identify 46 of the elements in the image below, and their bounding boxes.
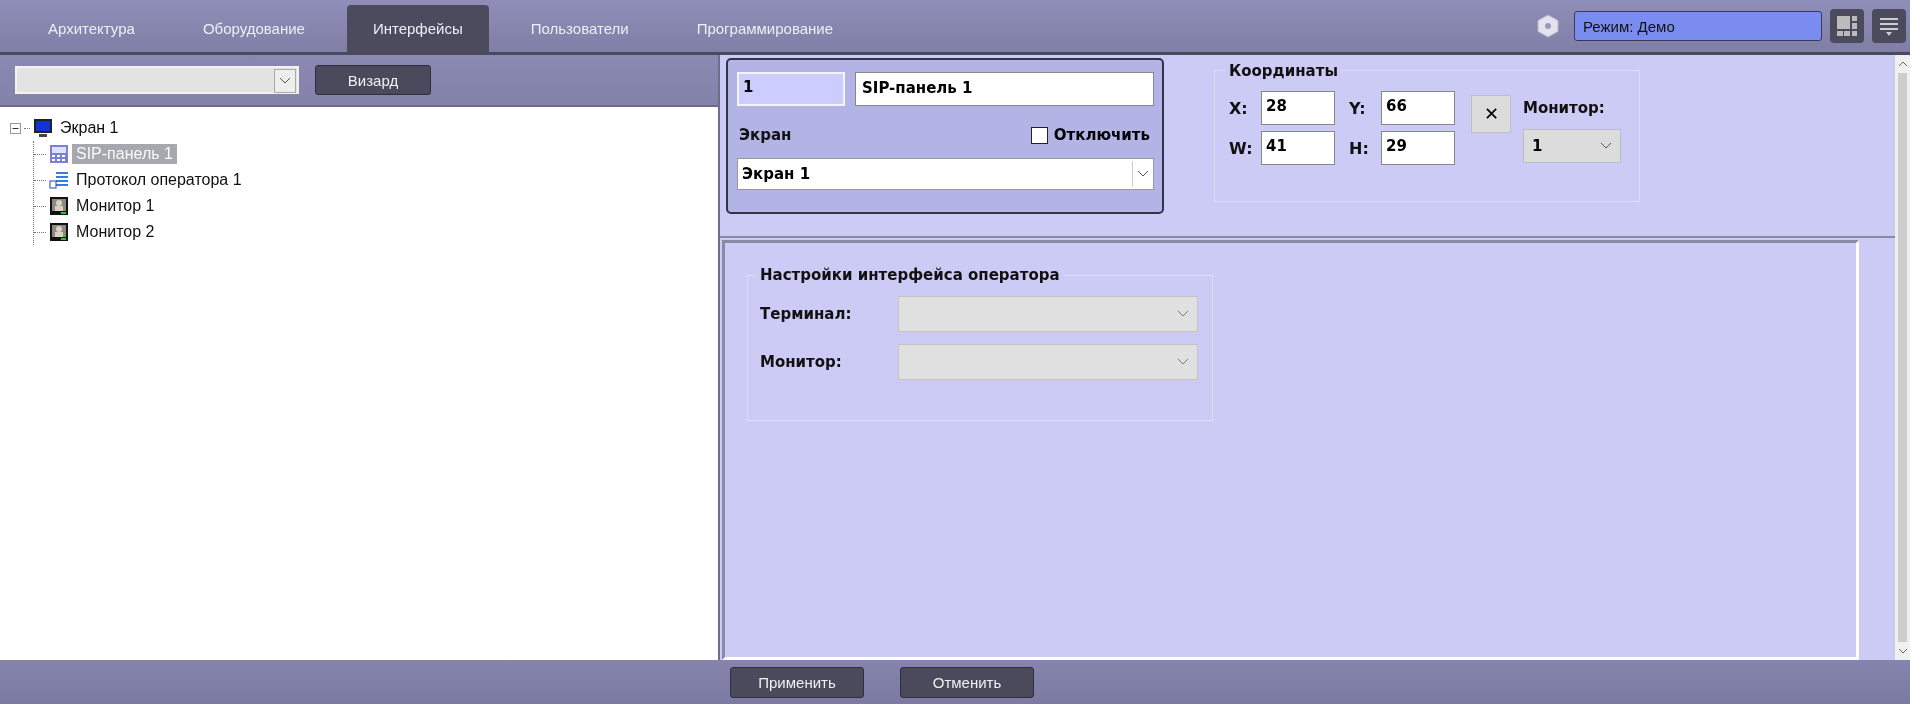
camera-view-icon <box>49 196 69 216</box>
scroll-down-icon[interactable] <box>1897 648 1908 654</box>
monitor-icon <box>33 118 53 138</box>
hexagon-icon[interactable] <box>1536 14 1560 38</box>
coordinate-field[interactable]: 66 <box>1381 91 1455 125</box>
keypad-icon <box>49 144 69 164</box>
coordinate-label: X: <box>1229 98 1249 118</box>
disable-checkbox[interactable]: Отключить <box>1030 126 1150 144</box>
tree-item[interactable]: Протокол оператора 1 <box>72 170 246 190</box>
caret-icon <box>1177 310 1189 318</box>
monitor-dropdown[interactable]: 1 <box>1523 129 1621 163</box>
caret-icon <box>1137 170 1149 178</box>
id-field[interactable]: 1 <box>737 72 845 106</box>
menu-icon[interactable] <box>1872 9 1906 43</box>
tree-item[interactable]: Экран 1 <box>56 118 123 138</box>
list-icon <box>49 170 69 190</box>
coordinate-label: Y: <box>1349 98 1367 118</box>
name-field[interactable]: SIP-панель 1 <box>855 72 1154 106</box>
clear-button[interactable]: ✕ <box>1471 95 1511 133</box>
coordinate-field[interactable]: 28 <box>1261 91 1335 125</box>
caret-icon <box>1177 358 1189 366</box>
field-label: Монитор: <box>760 353 842 371</box>
mode-field[interactable]: Режим: Демо <box>1574 11 1822 41</box>
caret-icon <box>279 77 291 85</box>
coordinate-label: W: <box>1229 138 1254 158</box>
coordinate-label: H: <box>1349 138 1370 158</box>
action-button[interactable]: Применить <box>730 666 864 698</box>
tree-item[interactable]: Монитор 2 <box>72 222 159 242</box>
group-title: Координаты <box>1225 62 1342 80</box>
caret-icon <box>1600 142 1612 150</box>
layout-icon[interactable] <box>1830 9 1864 43</box>
monitor-label: Монитор: <box>1523 99 1606 117</box>
tab[interactable]: Интерфейсы <box>346 5 489 52</box>
screen-dropdown[interactable]: Экран 1 <box>737 158 1154 190</box>
field-label: Терминал: <box>760 305 852 323</box>
scrollbar[interactable] <box>1895 55 1910 660</box>
camera-view-icon <box>49 222 69 242</box>
coordinate-field[interactable]: 29 <box>1381 131 1455 165</box>
collapse-icon[interactable] <box>10 122 21 134</box>
wizard-button[interactable]: Визард <box>315 65 431 95</box>
scroll-up-icon[interactable] <box>1897 61 1908 67</box>
group-title: Настройки интерфейса оператора <box>756 266 1064 284</box>
action-button[interactable]: Отменить <box>900 666 1034 698</box>
screen-label: Экран <box>739 126 792 144</box>
tree-item[interactable]: Монитор 1 <box>72 196 159 216</box>
coordinate-field[interactable]: 41 <box>1261 131 1335 165</box>
